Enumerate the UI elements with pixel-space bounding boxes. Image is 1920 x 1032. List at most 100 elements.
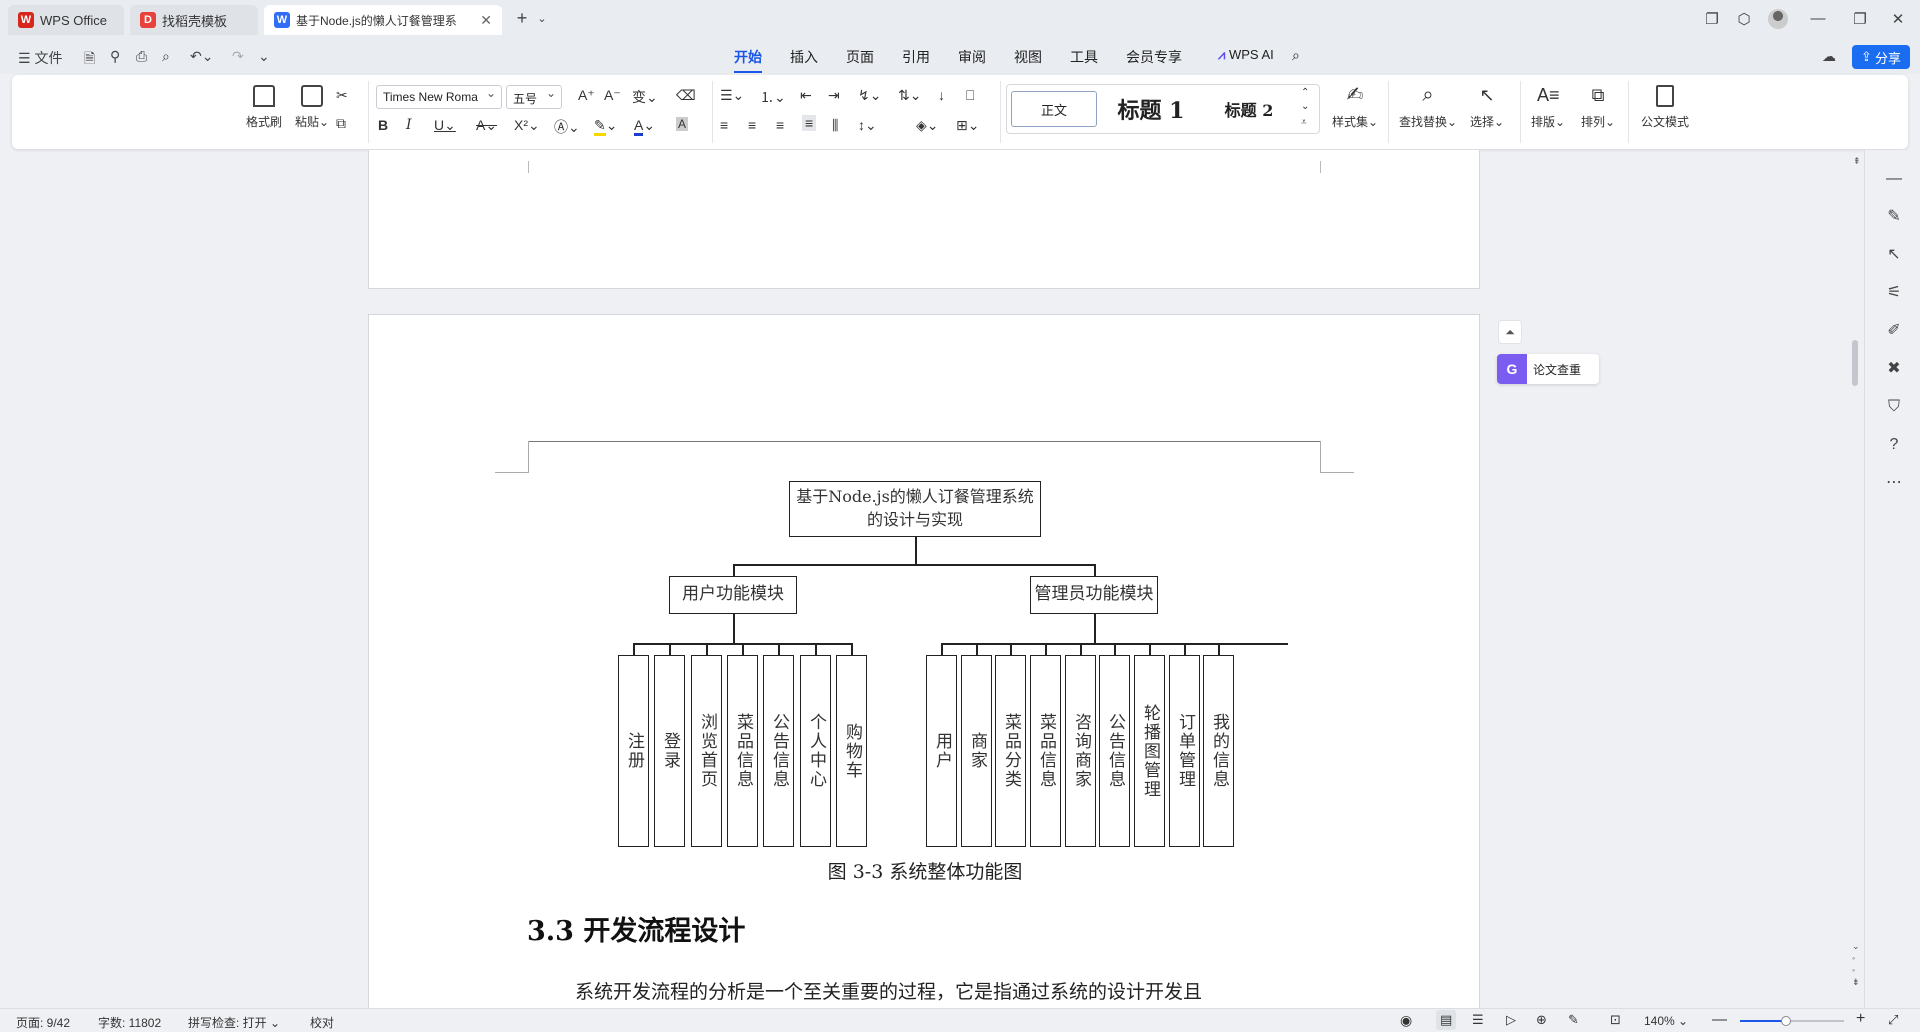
cube-icon[interactable]: ⬡ xyxy=(1734,10,1754,28)
print-preview-icon[interactable]: ⌕ xyxy=(162,48,170,65)
shirt-icon[interactable]: ⛉ xyxy=(1885,398,1903,416)
search-icon[interactable]: ⌕ xyxy=(1292,47,1300,64)
bullet-list-icon[interactable]: ☰⌄ xyxy=(720,87,744,104)
export-icon[interactable]: ⚲ xyxy=(110,48,120,65)
collapse-panel-icon[interactable]: ⏶ xyxy=(1498,320,1522,344)
scroll-thumb[interactable] xyxy=(1852,340,1858,386)
zoom-slider[interactable] xyxy=(1740,1016,1844,1026)
customize-toolbar-icon[interactable]: ⌄ xyxy=(258,48,270,65)
tools-icon[interactable]: ✖ xyxy=(1885,360,1903,378)
cursor-icon[interactable]: ↖ xyxy=(1885,246,1903,264)
phonetic-icon[interactable]: 变⌄ xyxy=(632,87,658,107)
text-direction-icon[interactable]: ↯⌄ xyxy=(858,87,881,104)
avatar[interactable] xyxy=(1768,9,1788,33)
font-name-select[interactable]: Times New Roma xyxy=(376,85,502,109)
decrease-indent-icon[interactable]: ⇤ xyxy=(800,87,812,104)
write-mode-icon[interactable]: ✎ xyxy=(1568,1012,1579,1028)
bold-icon[interactable]: B xyxy=(378,117,388,133)
fit-page-icon[interactable]: ⊡ xyxy=(1610,1012,1621,1028)
justify-icon[interactable]: ≡ xyxy=(802,115,817,131)
spell-check-status[interactable]: 拼写检查: 打开 ⌄ xyxy=(188,1014,280,1031)
sort-icon[interactable]: ⇅⌄ xyxy=(898,87,921,104)
document-canvas[interactable]: 基于Node.js的懒人订餐管理系统的设计与实现 用户功能模块 管理员功能模块 … xyxy=(0,150,1845,1008)
tab-view[interactable]: 视图 xyxy=(1014,47,1042,67)
new-tab-button[interactable]: + xyxy=(512,8,532,29)
close-window-icon[interactable]: ✕ xyxy=(1888,10,1908,28)
cloud-icon[interactable]: ☁ xyxy=(1822,48,1836,65)
shading-icon[interactable]: ◈⌄ xyxy=(916,117,939,134)
align-right-icon[interactable]: ≡ xyxy=(776,117,784,133)
increase-indent-icon[interactable]: ⇥ xyxy=(828,87,840,104)
zoom-out-button[interactable]: — xyxy=(1712,1011,1727,1028)
play-icon[interactable]: ▷ xyxy=(1506,1012,1516,1028)
fullscreen-icon[interactable]: ⤢ xyxy=(1888,1012,1898,1028)
save-icon[interactable]: 🗎 xyxy=(84,48,95,72)
border-icon[interactable]: ⊞⌄ xyxy=(956,117,979,134)
style-heading-1[interactable]: 标题 1 xyxy=(1103,91,1199,127)
more-icon[interactable]: ⋯ xyxy=(1885,474,1903,492)
align-center-icon[interactable]: ≡ xyxy=(748,117,756,133)
eye-icon[interactable]: ◉ xyxy=(1400,1012,1412,1029)
line-spacing-icon[interactable]: ↕⌄ xyxy=(858,117,877,134)
zoom-in-button[interactable]: + xyxy=(1856,1010,1865,1028)
show-marks-icon[interactable]: ⎕ xyxy=(966,87,974,104)
wps-ai-button[interactable]: ⩘ WPS AI xyxy=(1218,47,1274,63)
highlight-icon[interactable]: ✎⌄ xyxy=(594,117,617,136)
tab-insert[interactable]: 插入 xyxy=(790,47,818,67)
edit-icon[interactable]: ✐ xyxy=(1885,322,1903,340)
tab-document[interactable]: W 基于Node.js的懒人订餐管理系 ✕ xyxy=(264,5,502,35)
scroll-page-controls[interactable]: ⌄ ◦ ◦ ⇟ xyxy=(1852,940,1860,988)
tab-review[interactable]: 审阅 xyxy=(958,47,986,67)
copy-icon[interactable]: ⧉ xyxy=(336,115,346,132)
tab-member[interactable]: 会员专享 xyxy=(1126,47,1182,67)
close-icon[interactable]: ✕ xyxy=(480,12,492,29)
vertical-scrollbar[interactable]: ⇞ ⌄ ◦ ◦ ⇟ xyxy=(1848,150,1862,1010)
help-icon[interactable]: ? xyxy=(1885,436,1903,454)
numbered-list-icon[interactable]: ⒈⌄ xyxy=(760,87,786,107)
style-expand-icon[interactable]: ⩡ xyxy=(1301,117,1307,128)
clear-format-icon[interactable]: ⌫ xyxy=(676,87,696,104)
window-tile-icon[interactable]: ❐ xyxy=(1702,10,1722,28)
redo-icon[interactable]: ↷ xyxy=(232,48,244,65)
style-heading-2[interactable]: 标题 2 xyxy=(1203,91,1295,127)
outline-view-icon[interactable]: ☰ xyxy=(1472,1012,1484,1028)
grow-font-icon[interactable]: A⁺ xyxy=(578,87,595,104)
align-left-icon[interactable]: ≡ xyxy=(720,117,728,133)
undo-icon[interactable]: ↶⌄ xyxy=(190,48,213,65)
sort-az-icon[interactable]: ↓ xyxy=(938,87,945,103)
style-scroll-up-icon[interactable]: ⌃ xyxy=(1301,87,1309,98)
text-effect-icon[interactable]: Ⓐ⌄ xyxy=(554,117,580,137)
scroll-up-icon[interactable]: ⇞ xyxy=(1853,156,1861,167)
tab-page[interactable]: 页面 xyxy=(846,47,874,67)
minimize-icon[interactable]: — xyxy=(1808,10,1828,27)
superscript-icon[interactable]: X²⌄ xyxy=(514,117,540,134)
essay-check-button[interactable]: G 论文查重 xyxy=(1497,354,1599,384)
zoom-slider-knob[interactable] xyxy=(1781,1016,1791,1026)
page-view-icon[interactable]: ▤ xyxy=(1436,1010,1457,1030)
proofread-button[interactable]: 校对 xyxy=(310,1014,334,1031)
tab-tools[interactable]: 工具 xyxy=(1070,47,1098,67)
web-view-icon[interactable]: ⊕ xyxy=(1536,1012,1547,1028)
tab-home[interactable]: 开始 xyxy=(734,47,762,73)
adjust-icon[interactable]: ⚟ xyxy=(1885,284,1903,302)
zoom-select[interactable]: 140% ⌄ xyxy=(1644,1014,1688,1028)
print-icon[interactable]: ⎙ xyxy=(136,48,147,65)
tab-wps-office[interactable]: W WPS Office xyxy=(8,5,124,35)
main-menu-button[interactable]: ☰ 文件 xyxy=(18,48,62,68)
style-set-button[interactable]: ✍ 样式集⌄ xyxy=(1328,85,1382,130)
arrange-button[interactable]: ⧉ 排列⌄ xyxy=(1574,85,1622,130)
font-color-icon[interactable]: A⌄ xyxy=(634,117,655,136)
format-painter-button[interactable]: 格式刷 xyxy=(240,85,288,130)
distribute-icon[interactable]: ⫼ xyxy=(832,117,838,134)
find-replace-button[interactable]: ⌕ 查找替换⌄ xyxy=(1396,85,1460,130)
share-button[interactable]: ⇪ 分享 xyxy=(1852,45,1910,69)
restore-icon[interactable]: ❐ xyxy=(1850,10,1870,28)
collapse-icon[interactable]: — xyxy=(1885,170,1903,188)
underline-icon[interactable]: U⌄ xyxy=(434,117,456,134)
tab-docer-templates[interactable]: D 找稻壳模板 xyxy=(130,5,258,35)
paste-button[interactable]: 粘贴⌄ xyxy=(288,85,336,130)
layout-button[interactable]: A≡ 排版⌄ xyxy=(1524,85,1572,130)
char-shading-icon[interactable]: A xyxy=(676,117,689,131)
shrink-font-icon[interactable]: A⁻ xyxy=(604,87,621,104)
page-indicator[interactable]: 页面: 9/42 xyxy=(16,1014,70,1031)
